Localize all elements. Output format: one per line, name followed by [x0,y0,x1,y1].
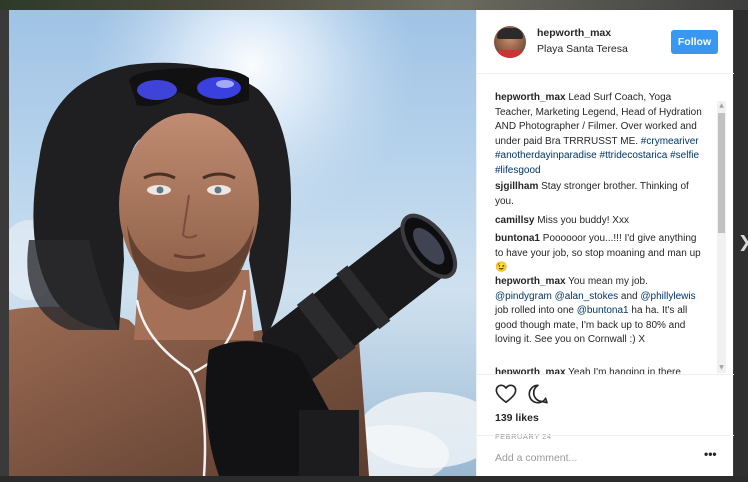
comment-username[interactable]: hepworth_max [495,92,566,103]
scroll-down-arrow-icon[interactable]: ▼ [717,363,726,373]
comment-tag-link[interactable]: #ttridecostarica [600,150,668,161]
comment-tag-link[interactable]: @phillylewis [640,291,695,302]
comment-username[interactable]: hepworth_max [495,367,566,374]
avatar-cap [497,28,523,39]
comment-item: buntona1 Poooooor you...!!! I'd give any… [495,232,705,276]
comment-item: hepworth_max You mean my job. @pindygram… [495,275,705,348]
comment-tag-link[interactable]: @alan_stokes [555,291,619,302]
comment-text: job rolled into one [495,305,577,316]
avatar-shirt [496,50,524,58]
add-comment-bar: ••• [477,435,734,476]
comment-username[interactable]: camillsy [495,215,534,226]
comment-text: and [618,290,641,302]
comment-text: Miss you buddy! Xxx [534,215,629,226]
comment-item: hepworth_max Lead Surf Coach, Yoga Teach… [495,91,705,178]
comment-text: You mean my job. [565,276,648,287]
post-photo[interactable] [9,10,476,476]
scroll-up-arrow-icon[interactable]: ▲ [717,101,726,111]
likes-count[interactable]: 139 likes [495,412,539,424]
post-location[interactable]: Playa Santa Teresa [537,43,628,55]
scrollbar-thumb[interactable] [718,113,725,233]
comment-username[interactable]: hepworth_max [495,276,566,287]
follow-button[interactable]: Follow [671,30,718,54]
background-feed-strip-bottom [0,476,748,482]
comment-text: Yeah I'm hanging in there [565,367,681,374]
comment-tag-link[interactable]: #selfie [670,150,699,161]
add-comment-input[interactable] [495,450,675,466]
background-feed-strip [0,0,748,10]
comment-item: hepworth_max Yeah I'm hanging in there [495,366,705,374]
comments-scrollbar[interactable]: ▲ ▼ [717,101,726,373]
post-actions: 139 likes FEBRUARY 24 [477,374,734,444]
comment-item: camillsy Miss you buddy! Xxx [495,214,705,229]
comment-tag-link[interactable]: @buntona1 [577,305,629,316]
comment-tag-link[interactable]: #lifesgood [495,165,541,176]
speech-bubble-icon[interactable] [527,383,549,405]
post-modal: hepworth_max Playa Santa Teresa Follow h… [9,10,734,476]
post-details-panel: hepworth_max Playa Santa Teresa Follow h… [476,10,734,476]
photo-illustration [9,10,476,476]
comment-username[interactable]: buntona1 [495,233,540,244]
comments-list: hepworth_max Lead Surf Coach, Yoga Teach… [477,74,734,374]
comment-item: sjgillham Stay stronger brother. Thinkin… [495,180,705,209]
post-header: hepworth_max Playa Santa Teresa Follow [477,10,734,74]
more-options-icon[interactable]: ••• [704,447,717,461]
comment-tag-link[interactable]: #crymeariver [641,136,699,147]
chevron-right-icon[interactable]: ❯ [738,232,748,251]
post-username[interactable]: hepworth_max [537,27,611,39]
heart-icon[interactable] [495,383,517,405]
comment-tag-link[interactable]: @pindygram [495,291,552,302]
comment-tag-link[interactable]: #anotherdayinparadise [495,150,597,161]
avatar[interactable] [494,26,526,58]
comment-username[interactable]: sjgillham [495,181,538,192]
